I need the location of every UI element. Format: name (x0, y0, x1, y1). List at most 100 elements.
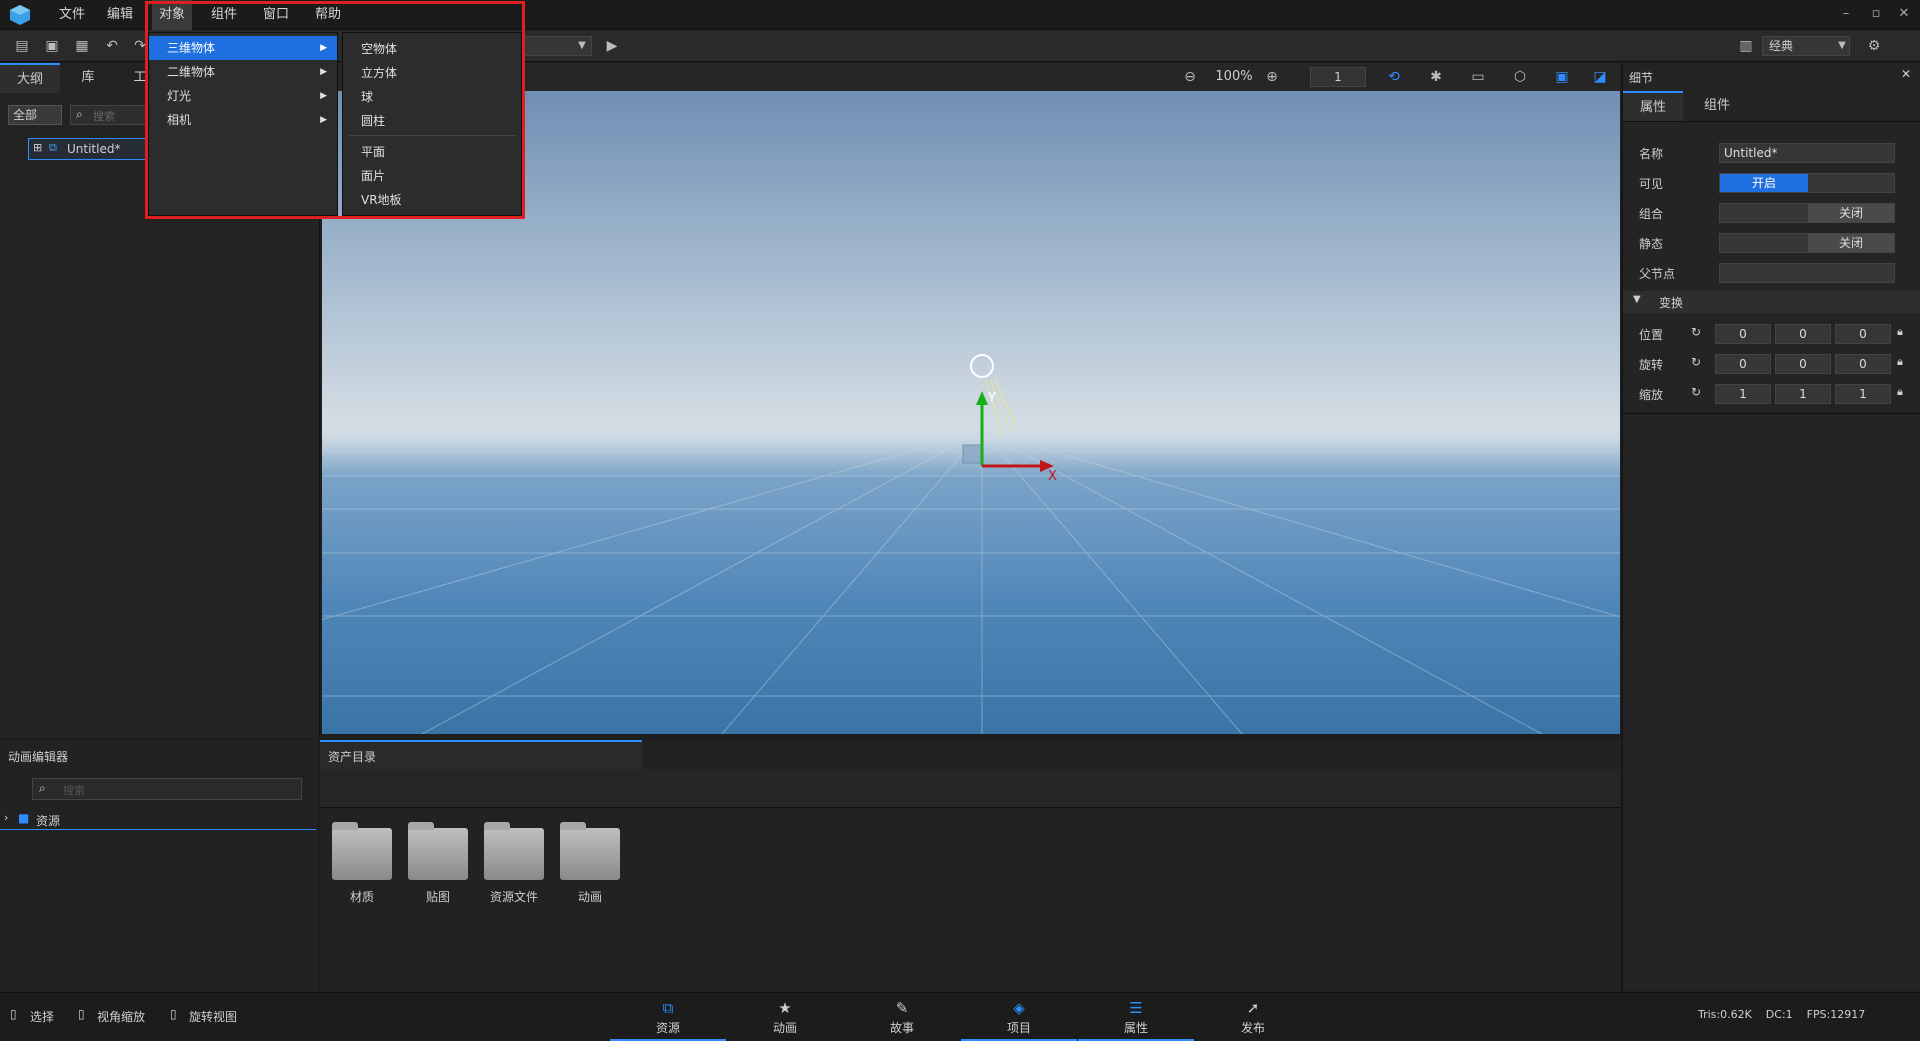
search-input[interactable]: ⌕ 搜索 (70, 105, 150, 125)
new-file-icon[interactable]: ▤ (12, 36, 32, 56)
nav-story[interactable]: ✎ 故事 (844, 993, 960, 1041)
position-reset-icon[interactable]: ↻ (1691, 325, 1701, 339)
mouse-right-icon: ▯ (170, 1007, 177, 1021)
nav-resources[interactable]: ⧉ 资源 (610, 993, 726, 1041)
folder-icon (484, 822, 544, 880)
resources-icon: ⧉ (662, 999, 674, 1017)
search-icon: ⌕ (39, 781, 46, 795)
folder-materials[interactable]: 材质 (330, 822, 394, 905)
undo-icon[interactable]: ↶ (102, 36, 122, 56)
tab-outline[interactable]: 大纲 (0, 63, 60, 93)
scale-y[interactable]: 1 (1775, 384, 1831, 404)
folder-textures[interactable]: 贴图 (406, 822, 470, 905)
nav-label: 发布 (1240, 1021, 1265, 1035)
folder-label: 材质 (349, 890, 374, 904)
menu-edit[interactable]: 编辑 (100, 0, 140, 30)
transform-section[interactable]: ▼ 变换 (1623, 291, 1920, 313)
zoom-in-icon[interactable]: ⊕ (1262, 67, 1282, 87)
view-mode-icon[interactable]: ▣ (1552, 67, 1572, 87)
panel-close-icon[interactable]: ✕ (1901, 67, 1911, 81)
static-toggle[interactable]: 关闭 (1719, 233, 1895, 253)
nav-label: 资源 (655, 1021, 680, 1035)
status-bar: ▯ 选择 ▯ 视角缩放 ▯ 旋转视图 ⧉ 资源 ★ 动画 ✎ 故事 ◈ 项目 ☰ 属性 ➚… (0, 992, 1920, 1041)
mouse-wheel-icon: ▯ (78, 1007, 85, 1021)
fullscreen-icon[interactable]: ◪ (1590, 67, 1610, 87)
visible-on[interactable]: 开启 (1720, 174, 1808, 192)
search-placeholder: 搜索 (93, 110, 115, 123)
folder-icon (560, 822, 620, 880)
transform-label: 变换 (1659, 296, 1684, 310)
zoom-out-icon[interactable]: ⊖ (1180, 67, 1200, 87)
camera-icon[interactable]: ▭ (1468, 67, 1488, 87)
settings-icon[interactable]: ⚙ (1864, 36, 1884, 56)
tab-components[interactable]: 组件 (1685, 91, 1749, 121)
layout-chevron-icon[interactable]: ▼ (1832, 36, 1852, 56)
scale-z[interactable]: 1 (1835, 384, 1891, 404)
static-off[interactable]: 关闭 (1808, 234, 1894, 252)
restore-icon[interactable]: ▫ (1866, 4, 1886, 24)
scale-label: 缩放 (1639, 388, 1664, 402)
axis-y-label: Y (988, 391, 996, 406)
save-all-icon[interactable]: ▦ (72, 36, 92, 56)
panel-title: 细节 (1629, 71, 1654, 85)
tool-zoom: 视角缩放 (97, 1010, 146, 1024)
rotation-z[interactable]: 0 (1835, 354, 1891, 374)
folder-resources[interactable]: 资源文件 (482, 822, 546, 905)
axis-x-label: X (1048, 469, 1057, 484)
collapse-icon[interactable]: ▼ (1633, 294, 1641, 305)
position-x[interactable]: 0 (1715, 324, 1771, 344)
anim-search-input[interactable]: ⌕ 搜索 (32, 778, 302, 800)
tree-root-label: 资源 (36, 814, 61, 828)
rotation-y[interactable]: 0 (1775, 354, 1831, 374)
step-input[interactable]: 1 (1310, 67, 1366, 87)
dropdown-chevron-icon[interactable]: ▼ (572, 36, 592, 56)
position-y[interactable]: 0 (1775, 324, 1831, 344)
gizmo-mode-icon[interactable]: ⟲ (1384, 67, 1404, 87)
asset-tab[interactable]: 资产目录 (320, 740, 642, 770)
nav-animation[interactable]: ★ 动画 (727, 993, 843, 1041)
group-toggle[interactable]: 关闭 (1719, 203, 1895, 223)
folder-animations[interactable]: 动画 (558, 822, 622, 905)
zoom-level: 100% (1215, 69, 1253, 84)
story-icon: ✎ (895, 999, 909, 1017)
rotation-reset-icon[interactable]: ↻ (1691, 355, 1701, 369)
scale-reset-icon[interactable]: ↻ (1691, 385, 1701, 399)
position-label: 位置 (1639, 328, 1664, 342)
name-field[interactable]: Untitled* (1719, 143, 1895, 163)
visible-toggle[interactable]: 开启 (1719, 173, 1895, 193)
tool-select: 选择 (30, 1010, 55, 1024)
menu-file[interactable]: 文件 (52, 0, 92, 30)
position-z[interactable]: 0 (1835, 324, 1891, 344)
details-panel: 细节 ✕ 属性 组件 名称 Untitled* 可见 开启 组合 关闭 静态 关… (1622, 63, 1920, 991)
play-icon[interactable]: ▶ (602, 36, 622, 56)
scale-x[interactable]: 1 (1715, 384, 1771, 404)
tab-library[interactable]: 库 (60, 63, 116, 93)
close-icon[interactable]: ✕ (1894, 4, 1914, 24)
filter-select[interactable]: 全部 (8, 105, 62, 125)
save-icon[interactable]: ▣ (42, 36, 62, 56)
folder-icon (408, 822, 468, 880)
minimize-icon[interactable]: – (1836, 4, 1856, 24)
scene-icon: ⧉ (49, 141, 57, 154)
tree-root-resources[interactable]: › ■ 资源 (0, 808, 316, 830)
nav-project[interactable]: ◈ 项目 (961, 993, 1077, 1041)
nav-publish[interactable]: ➚ 发布 (1195, 993, 1311, 1041)
cube-icon[interactable]: ⬡ (1510, 67, 1530, 87)
scale-lock-icon[interactable]: 🔒︎ (1897, 385, 1903, 399)
layout-icon[interactable]: ▥ (1736, 36, 1756, 56)
nav-properties[interactable]: ☰ 属性 (1078, 993, 1194, 1041)
tool-rotate: 旋转视图 (189, 1010, 238, 1024)
properties-icon: ☰ (1129, 999, 1143, 1017)
anim-editor-title: 动画编辑器 (8, 750, 69, 764)
nav-label: 项目 (1006, 1021, 1031, 1035)
snap-icon[interactable]: ✱ (1426, 67, 1446, 87)
rotation-lock-icon[interactable]: 🔒︎ (1897, 355, 1903, 369)
chevron-right-icon[interactable]: › (4, 811, 8, 824)
position-lock-icon[interactable]: 🔒︎ (1897, 325, 1903, 339)
group-off[interactable]: 关闭 (1808, 204, 1894, 222)
expand-icon[interactable]: ⊞ (33, 141, 42, 154)
tab-properties[interactable]: 属性 (1623, 91, 1683, 121)
parent-field[interactable] (1719, 263, 1895, 283)
rotation-x[interactable]: 0 (1715, 354, 1771, 374)
nav-label: 动画 (772, 1021, 797, 1035)
